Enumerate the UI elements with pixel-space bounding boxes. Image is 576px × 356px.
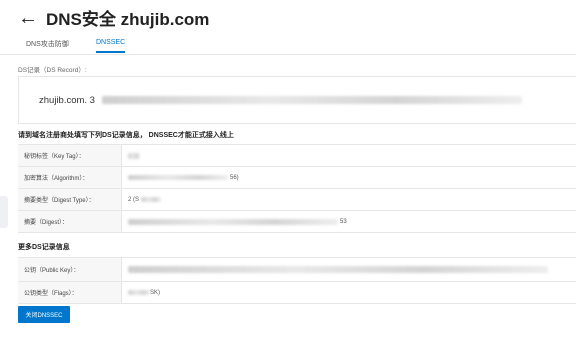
ds-record-box: zhujib.com. 3 — [18, 76, 576, 124]
page-header: ← DNS安全 zhujib.com — [18, 5, 209, 30]
tab-dns-attack-defense[interactable]: DNS攻击防御 — [26, 39, 69, 54]
digest-label: 摘要（Digest）： — [18, 211, 122, 232]
tab-dnssec[interactable]: DNSSEC — [96, 39, 126, 53]
public-key-label: 公钥（Public Key）： — [18, 258, 122, 281]
flags-value-text: SK) — [150, 289, 161, 296]
public-key-value — [122, 266, 576, 273]
redacted-value — [128, 290, 150, 295]
table-row: 公钥类型（Flags）： SK) — [18, 282, 576, 304]
redacted-value — [101, 96, 522, 105]
section-title-register: 请到域名注册商处填写下列DS记录信息， DNSSEC才能正式接入线上 — [18, 132, 234, 139]
tab-bar: DNS攻击防御 DNSSEC — [0, 36, 576, 55]
flags-label: 公钥类型（Flags）： — [18, 282, 122, 303]
algorithm-value-text: 56) — [230, 174, 239, 181]
table-row: 公钥（Public Key）： — [18, 258, 576, 282]
page-title: DNS安全 zhujib.com — [46, 10, 210, 29]
table-row: 加密算法（Algorithm）： 56) — [18, 167, 576, 189]
digest-type-value-text: 2 (S — [128, 196, 140, 203]
digest-value: 53 — [122, 218, 576, 225]
disable-dnssec-button[interactable]: 关闭DNSSEC — [18, 306, 70, 323]
ds-record-value: zhujib.com. 3 — [39, 95, 522, 106]
flags-value: SK) — [122, 290, 576, 296]
digest-type-value: 2 (S — [122, 197, 576, 203]
ds-record-label: DS记录（DS Record）: — [18, 67, 87, 74]
digest-value-text: 53 — [340, 218, 347, 225]
algorithm-value: 56) — [122, 175, 576, 181]
redacted-value — [128, 218, 338, 225]
back-arrow-icon[interactable]: ← — [18, 7, 38, 29]
ds-record-value-text: zhujib.com. 3 — [39, 95, 95, 106]
algorithm-label: 加密算法（Algorithm）： — [18, 167, 122, 188]
redacted-value — [128, 266, 548, 273]
more-ds-table: 公钥（Public Key）： 公钥类型（Flags）： SK) — [18, 257, 576, 304]
key-tag-label: 秘钥标签（Key Tag）： — [18, 145, 122, 166]
redacted-value — [141, 197, 162, 202]
redacted-value — [128, 175, 228, 180]
section-title-more-ds: 更多DS记录信息 — [18, 244, 70, 251]
table-row: 秘钥标签（Key Tag）： — [18, 145, 576, 167]
digest-type-label: 摘要类型（Digest Type）： — [18, 189, 122, 210]
ds-info-table: 秘钥标签（Key Tag）： 加密算法（Algorithm）： 56) 摘要类型… — [18, 144, 576, 233]
table-row: 摘要类型（Digest Type）： 2 (S — [18, 189, 576, 211]
sidebar-toggle-handle[interactable] — [0, 196, 8, 228]
table-row: 摘要（Digest）： 53 — [18, 211, 576, 233]
redacted-value — [128, 152, 140, 159]
key-tag-value — [122, 152, 576, 159]
